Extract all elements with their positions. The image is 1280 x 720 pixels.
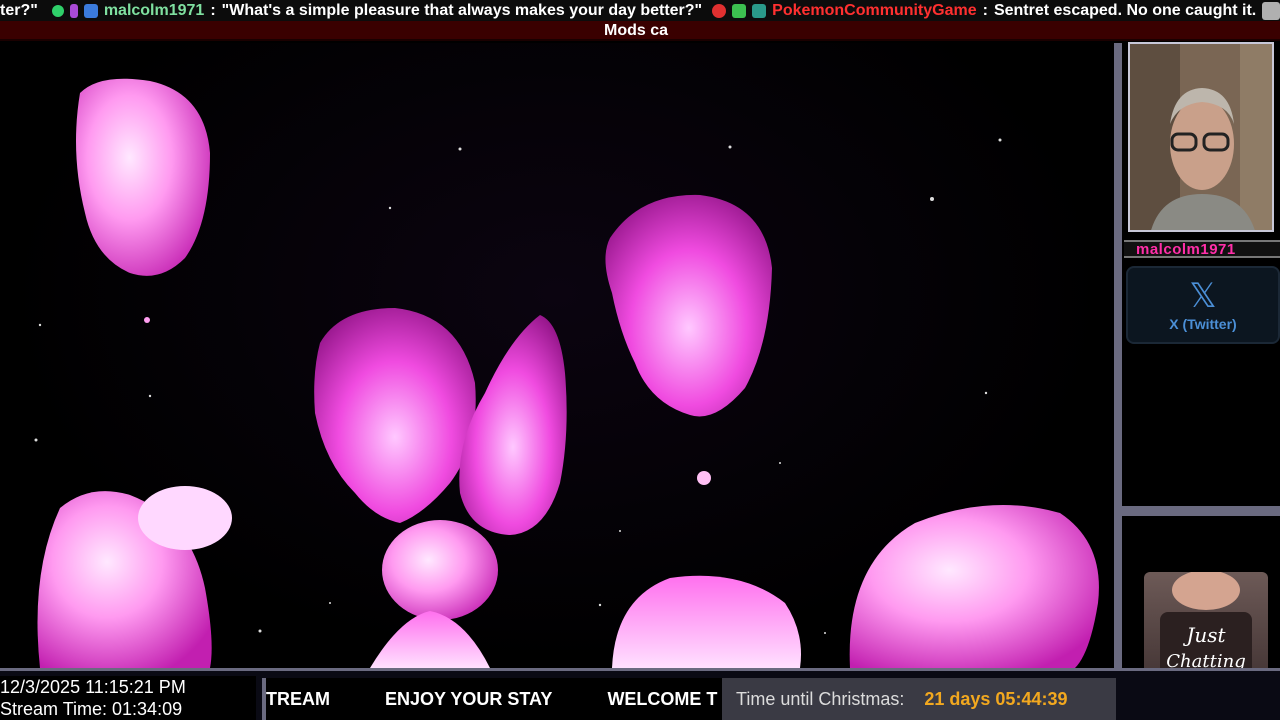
badge-emote-icon	[1262, 2, 1280, 20]
countdown-label: Time until Christmas:	[736, 688, 905, 709]
marquee-item: WELCOME T	[607, 689, 718, 709]
svg-text:Just: Just	[1182, 623, 1226, 647]
badge-bot-icon	[752, 4, 767, 18]
ticker-message: "What's a simple pleasure that always ma…	[221, 2, 703, 19]
mods-banner-text: Mods ca	[604, 22, 669, 39]
stream-time: Stream Time: 01:34:09	[0, 699, 183, 719]
social-x-label: X (Twitter)	[1169, 316, 1237, 332]
badge-sword-icon	[83, 4, 98, 18]
x-logo-icon: 𝕏	[1189, 276, 1217, 316]
streamer-name-bar: malcolm1971	[1124, 240, 1280, 258]
lava-lamp-video	[0, 43, 1114, 668]
scrolling-marquee: TREAM ENJOY YOUR STAY WELCOME T	[262, 678, 722, 720]
ticker-bot-colon: :	[982, 2, 988, 19]
current-datetime: 12/3/2025 11:15:21 PM	[0, 677, 186, 697]
badge-check-icon	[732, 4, 747, 18]
lava-droplet	[144, 317, 150, 323]
lava-blobs-graphic	[34, 78, 1099, 668]
marquee-item: ENJOY YOUR STAY	[385, 689, 553, 709]
ticker-username[interactable]: malcolm1971	[104, 2, 205, 20]
lava-blob	[849, 505, 1099, 668]
clock-box: 12/3/2025 11:15:21 PM Stream Time: 01:34…	[0, 676, 256, 720]
countdown-value: 21 days 05:44:39	[924, 688, 1068, 709]
webcam-person-graphic	[1130, 44, 1272, 230]
badge-gem-icon	[51, 5, 64, 17]
ticker-bot-username[interactable]: PokemonCommunityGame	[772, 2, 976, 20]
christmas-countdown: Time until Christmas: 21 days 05:44:39	[722, 678, 1116, 720]
lava-blob	[314, 308, 476, 523]
ticker-colon: :	[210, 2, 216, 19]
lava-blob	[76, 78, 210, 276]
lava-blob	[459, 315, 567, 535]
lava-blob	[382, 520, 498, 620]
lava-blob	[370, 611, 490, 668]
badge-pokeball-icon	[712, 4, 727, 18]
lava-blob	[138, 486, 232, 550]
ticker-bot-message: Sentret escaped. No one caught it.	[993, 2, 1257, 19]
social-x-card[interactable]: 𝕏 X (Twitter)	[1126, 266, 1280, 344]
lava-blob	[612, 575, 801, 668]
streamer-name: malcolm1971	[1136, 241, 1236, 258]
lava-blob	[605, 194, 772, 417]
marquee-item: TREAM	[266, 689, 330, 709]
ticker-prev-fragment: ter?"	[0, 2, 38, 19]
lava-droplet	[697, 471, 711, 485]
webcam-feed	[1128, 42, 1274, 232]
badge-mic-icon	[69, 4, 78, 18]
chat-ticker-row: ter?" malcolm1971 : "What's a simple ple…	[0, 1, 1280, 21]
sidebar-divider	[1120, 506, 1280, 516]
chat-ticker: ter?" malcolm1971 : "What's a simple ple…	[0, 0, 1280, 21]
